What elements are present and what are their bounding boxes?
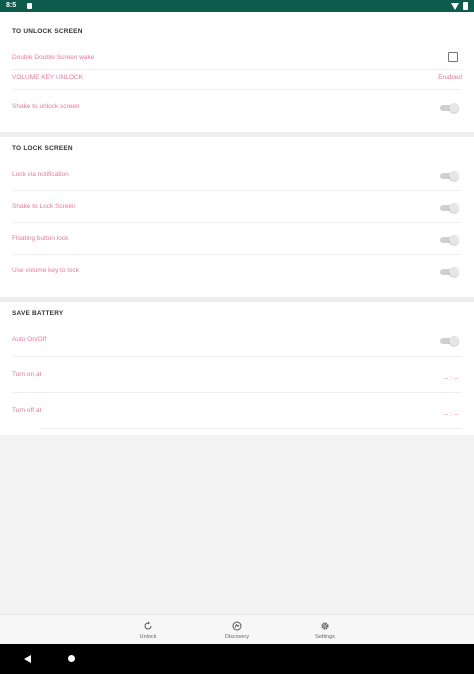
auto-on-off-toggle[interactable] <box>440 336 459 346</box>
back-icon[interactable] <box>24 655 31 663</box>
shake-unlock-toggle[interactable] <box>440 103 459 113</box>
home-icon[interactable] <box>68 655 75 662</box>
shake-unlock-row[interactable]: Shake to unlock screen <box>0 90 474 124</box>
shake-lock-label: Shake to Lock Screen <box>12 203 76 210</box>
nav-label-discovery: Discovery <box>224 634 250 640</box>
toggle-knob <box>449 203 459 213</box>
shake-unlock-label: Shake to unlock screen <box>12 103 80 110</box>
lock-notification-row[interactable]: Lock via notification <box>0 158 474 191</box>
toggle-knob <box>449 103 459 113</box>
lock-notification-toggle[interactable] <box>440 171 459 181</box>
nav-item-unlock[interactable]: Unlock <box>118 615 178 645</box>
turn-on-at-row[interactable]: Turn on at -- : -- <box>0 357 474 393</box>
section-header-lock: TO LOCK SCREEN <box>12 145 73 152</box>
toggle-knob <box>449 235 459 245</box>
volume-key-lock-row[interactable]: Use volume key to lock <box>0 255 474 287</box>
refresh-icon <box>144 621 152 630</box>
nav-label-unlock: Unlock <box>139 634 157 640</box>
gear-icon <box>321 622 329 630</box>
nav-item-settings[interactable]: Settings <box>295 615 355 645</box>
nav-label-settings: Settings <box>315 634 335 640</box>
notification-icon <box>27 3 32 9</box>
lock-section: TO LOCK SCREEN Lock via notification Sha… <box>0 137 474 297</box>
floating-button-toggle[interactable] <box>440 235 459 245</box>
status-time: 8:5 <box>6 2 17 9</box>
system-navigation-bar <box>0 644 474 674</box>
toggle-knob <box>449 267 459 277</box>
turn-off-at-value: -- : -- <box>443 411 458 418</box>
turn-on-at-value: -- : -- <box>443 375 458 382</box>
lock-notification-label: Lock via notification <box>12 171 69 178</box>
status-bar: 8:5 <box>0 0 474 12</box>
section-header-unlock: TO UNLOCK SCREEN <box>12 28 83 35</box>
unlock-section: TO UNLOCK SCREEN Double Double Screen wa… <box>0 12 474 132</box>
toggle-knob <box>449 336 459 346</box>
bottom-navigation: Unlock Discovery Settings <box>0 614 474 645</box>
auto-on-off-row[interactable]: Auto On/Off <box>0 324 474 357</box>
floating-button-row[interactable]: Floating button lock <box>0 223 474 255</box>
settings-list[interactable]: TO UNLOCK SCREEN Double Double Screen wa… <box>0 12 474 612</box>
battery-icon <box>463 2 468 10</box>
battery-section: SAVE BATTERY Auto On/Off Turn on at -- :… <box>0 302 474 435</box>
shake-lock-toggle[interactable] <box>440 203 459 213</box>
turn-on-at-label: Turn on at <box>12 371 42 378</box>
double-tap-checkbox[interactable] <box>448 52 458 62</box>
turn-off-at-label: Turn off at <box>12 407 42 414</box>
volume-key-unlock-value: Enabled <box>438 74 462 81</box>
floating-button-label: Floating button lock <box>12 235 69 242</box>
status-icons <box>451 1 468 11</box>
double-tap-row[interactable]: Double Double Screen wake <box>0 42 474 70</box>
section-header-battery: SAVE BATTERY <box>12 310 64 317</box>
nav-item-discovery[interactable]: Discovery <box>207 615 267 645</box>
volume-key-unlock-label: VOLUME KEY UNLOCK <box>12 74 84 81</box>
turn-off-at-row[interactable]: Turn off at -- : -- <box>0 393 474 429</box>
double-tap-label: Double Double Screen wake <box>12 54 95 61</box>
discovery-icon <box>232 621 242 631</box>
wifi-icon <box>451 2 459 10</box>
divider <box>40 428 462 429</box>
volume-key-unlock-row[interactable]: VOLUME KEY UNLOCK Enabled <box>0 70 474 90</box>
shake-lock-row[interactable]: Shake to Lock Screen <box>0 191 474 223</box>
toggle-knob <box>449 171 459 181</box>
volume-key-lock-label: Use volume key to lock <box>12 267 79 274</box>
volume-key-lock-toggle[interactable] <box>440 267 459 277</box>
auto-on-off-label: Auto On/Off <box>12 336 47 343</box>
